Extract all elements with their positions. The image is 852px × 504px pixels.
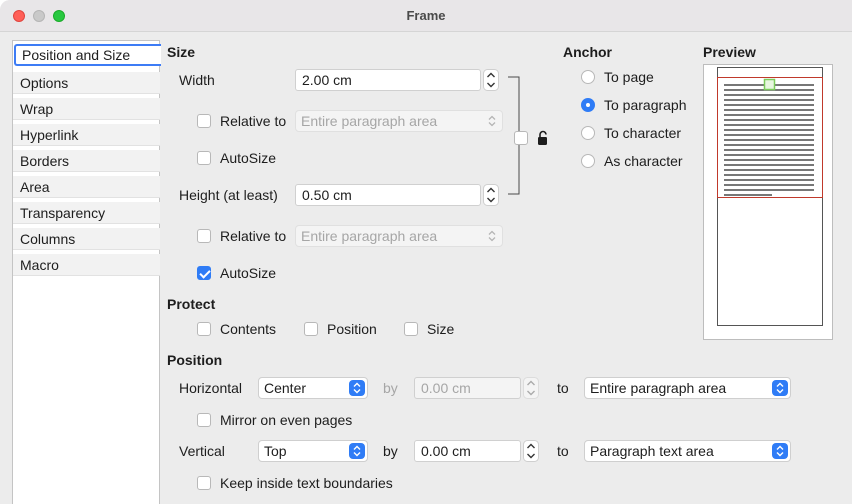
- anchor-as-character-radio[interactable]: [581, 154, 595, 168]
- tab-options[interactable]: Options: [13, 72, 160, 94]
- relative-height-select[interactable]: Entire paragraph area: [295, 225, 503, 247]
- horizontal-to-select[interactable]: Entire paragraph area: [584, 377, 791, 399]
- preview-panel: [703, 64, 833, 340]
- chevron-updown-icon: [772, 380, 788, 396]
- tab-hyperlink[interactable]: Hyperlink: [13, 124, 160, 146]
- vertical-select-value: Top: [264, 443, 287, 459]
- tab-position-and-size[interactable]: Position and Size: [14, 44, 161, 66]
- protect-size-checkbox[interactable]: [404, 322, 418, 336]
- anchor-heading: Anchor: [563, 44, 612, 60]
- tab-macro[interactable]: Macro: [13, 254, 160, 276]
- vertical-by-input[interactable]: 0.00 cm: [414, 440, 521, 462]
- vertical-to-select-value: Paragraph text area: [590, 443, 714, 459]
- keep-inside-boundaries-label: Keep inside text boundaries: [220, 475, 393, 491]
- relative-width-select-value: Entire paragraph area: [301, 113, 438, 129]
- title-bar: Frame: [0, 0, 852, 32]
- preview-heading: Preview: [703, 44, 756, 60]
- page-preview-graphic: [717, 67, 823, 326]
- horizontal-to-select-value: Entire paragraph area: [590, 380, 727, 396]
- protect-heading: Protect: [167, 296, 216, 312]
- horizontal-to-label: to: [557, 380, 569, 396]
- horizontal-select-value: Center: [264, 380, 307, 396]
- chevron-updown-icon: [484, 113, 500, 129]
- vertical-label: Vertical: [179, 443, 225, 459]
- vertical-by-label: by: [383, 443, 398, 459]
- vertical-select[interactable]: Top: [258, 440, 368, 462]
- autosize-height-checkbox[interactable]: [197, 266, 211, 280]
- height-spinner[interactable]: [483, 184, 499, 206]
- anchor-to-character-label: To character: [604, 125, 682, 141]
- horizontal-by-spinner[interactable]: [523, 377, 539, 399]
- anchor-as-character-label: As character: [604, 153, 683, 169]
- tab-wrap[interactable]: Wrap: [13, 98, 160, 120]
- height-label: Height (at least): [179, 187, 278, 203]
- window-title: Frame: [406, 8, 446, 23]
- height-input[interactable]: 0.50 cm: [295, 184, 481, 206]
- autosize-height-label: AutoSize: [220, 265, 277, 281]
- horizontal-select[interactable]: Center: [258, 377, 368, 399]
- mirror-even-pages-checkbox[interactable]: [197, 413, 211, 427]
- position-heading: Position: [167, 352, 223, 368]
- chevron-updown-icon: [349, 443, 365, 459]
- vertical-to-select[interactable]: Paragraph text area: [584, 440, 791, 462]
- horizontal-by-input[interactable]: 0.00 cm: [414, 377, 521, 399]
- width-input[interactable]: 2.00 cm: [295, 69, 481, 91]
- horizontal-label: Horizontal: [179, 380, 243, 396]
- keep-ratio-checkbox[interactable]: [514, 131, 528, 145]
- vertical-by-spinner[interactable]: [523, 440, 539, 462]
- tab-transparency[interactable]: Transparency: [13, 202, 160, 224]
- size-heading: Size: [167, 44, 196, 60]
- horizontal-by-label: by: [383, 380, 398, 396]
- chevron-updown-icon: [772, 443, 788, 459]
- protect-position-checkbox[interactable]: [304, 322, 318, 336]
- relative-height-label: Relative to: [220, 228, 287, 244]
- relative-height-select-value: Entire paragraph area: [301, 228, 438, 244]
- width-spinner[interactable]: [483, 69, 499, 91]
- anchor-to-paragraph-label: To paragraph: [604, 97, 687, 113]
- frame-dialog: Frame Position and Size Options Wrap Hyp…: [0, 0, 852, 504]
- unlock-icon: [536, 130, 550, 146]
- relative-width-checkbox[interactable]: [197, 114, 211, 128]
- tab-borders[interactable]: Borders: [13, 150, 160, 172]
- chevron-updown-icon: [349, 380, 365, 396]
- mirror-even-pages-label: Mirror on even pages: [220, 412, 353, 428]
- anchor-to-page-radio[interactable]: [581, 70, 595, 84]
- relative-height-checkbox[interactable]: [197, 229, 211, 243]
- relative-width-label: Relative to: [220, 113, 287, 129]
- tab-columns[interactable]: Columns: [13, 228, 160, 250]
- protect-size-label: Size: [427, 321, 455, 337]
- tab-list: Position and Size Options Wrap Hyperlink…: [12, 40, 161, 504]
- chevron-updown-icon: [484, 228, 500, 244]
- relative-width-select[interactable]: Entire paragraph area: [295, 110, 503, 132]
- autosize-width-checkbox[interactable]: [197, 151, 211, 165]
- anchor-to-paragraph-radio[interactable]: [581, 98, 595, 112]
- protect-contents-checkbox[interactable]: [197, 322, 211, 336]
- anchor-to-page-label: To page: [604, 69, 654, 85]
- autosize-width-label: AutoSize: [220, 150, 277, 166]
- anchor-to-character-radio[interactable]: [581, 126, 595, 140]
- tab-area[interactable]: Area: [13, 176, 160, 198]
- keep-inside-boundaries-checkbox[interactable]: [197, 476, 211, 490]
- protect-position-label: Position: [327, 321, 377, 337]
- protect-contents-label: Contents: [220, 321, 277, 337]
- vertical-to-label: to: [557, 443, 569, 459]
- width-label: Width: [179, 72, 215, 88]
